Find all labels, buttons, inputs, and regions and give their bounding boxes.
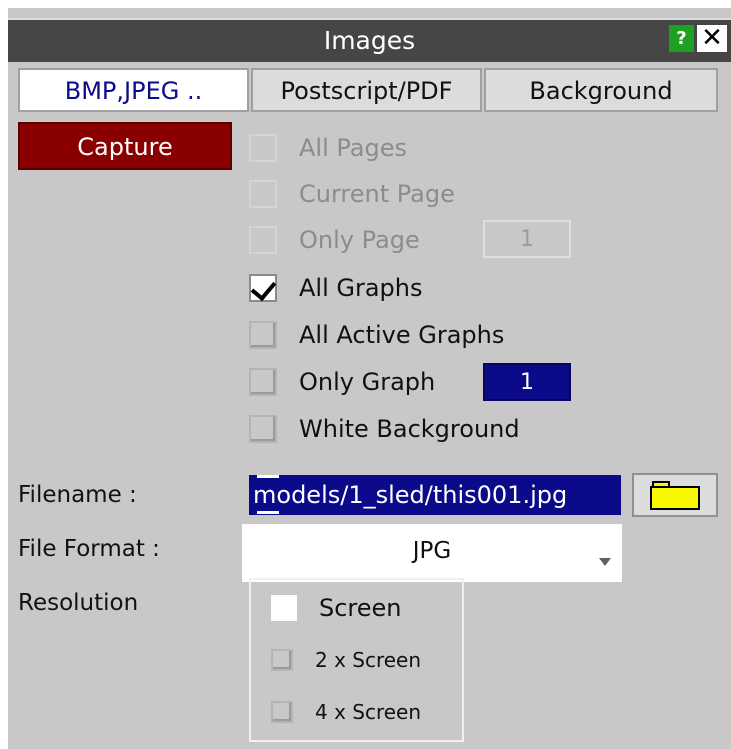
folder-icon-body <box>650 486 700 510</box>
two-x-screen-checkbox[interactable] <box>271 649 293 671</box>
resolution-group: Screen 2 x Screen 4 x Screen <box>249 578 464 742</box>
capture-button[interactable]: Capture <box>18 122 232 170</box>
images-panel: Images ? ✕ BMP,JPEG .. Postscript/PDF Ba… <box>8 8 731 749</box>
screen-checkbox[interactable] <box>271 595 297 621</box>
four-x-screen-checkbox[interactable] <box>271 701 293 723</box>
file-format-select[interactable]: JPG <box>242 524 622 582</box>
white-background-label: White Background <box>299 415 520 443</box>
option-white-background[interactable]: White Background <box>249 412 520 446</box>
all-active-graphs-label: All Active Graphs <box>299 321 505 349</box>
resolution-option-4x[interactable]: 4 x Screen <box>271 700 421 724</box>
file-format-value: JPG <box>412 538 452 564</box>
resolution-label: Resolution <box>18 590 139 616</box>
all-pages-label: All Pages <box>299 134 407 162</box>
filename-label: Filename : <box>18 482 137 508</box>
only-page-number-input[interactable]: 1 <box>483 220 571 258</box>
tab-background[interactable]: Background <box>484 68 718 112</box>
resolution-option-screen[interactable]: Screen <box>271 594 402 622</box>
file-format-label: File Format : <box>18 536 160 562</box>
four-x-screen-label: 4 x Screen <box>315 700 422 724</box>
option-only-page[interactable]: Only Page <box>249 223 420 257</box>
text-caret-top <box>257 475 279 478</box>
only-page-checkbox[interactable] <box>249 226 277 254</box>
all-active-graphs-checkbox[interactable] <box>249 321 277 349</box>
two-x-screen-label: 2 x Screen <box>315 648 422 672</box>
dropdown-arrow-icon <box>599 558 611 566</box>
option-only-graph[interactable]: Only Graph <box>249 365 435 399</box>
all-graphs-label: All Graphs <box>299 274 423 302</box>
screen-label: Screen <box>319 594 402 622</box>
tab-postscript-pdf[interactable]: Postscript/PDF <box>251 68 482 112</box>
option-all-graphs[interactable]: All Graphs <box>249 271 423 305</box>
option-current-page[interactable]: Current Page <box>249 177 455 211</box>
only-graph-checkbox[interactable] <box>249 368 277 396</box>
current-page-checkbox[interactable] <box>249 180 277 208</box>
all-graphs-checkbox[interactable] <box>249 274 277 302</box>
title-bar: Images ? ✕ <box>8 18 731 62</box>
close-button[interactable]: ✕ <box>697 25 727 52</box>
filename-input[interactable]: models/1_sled/this001.jpg <box>249 475 621 515</box>
option-all-pages[interactable]: All Pages <box>249 131 407 165</box>
only-graph-label: Only Graph <box>299 368 436 396</box>
all-pages-checkbox[interactable] <box>249 134 277 162</box>
tab-bmp-jpeg[interactable]: BMP,JPEG .. <box>18 68 249 112</box>
current-page-label: Current Page <box>299 180 455 208</box>
help-button[interactable]: ? <box>669 25 694 52</box>
option-all-active-graphs[interactable]: All Active Graphs <box>249 318 504 352</box>
resolution-option-2x[interactable]: 2 x Screen <box>271 648 421 672</box>
white-background-checkbox[interactable] <box>249 415 277 443</box>
only-graph-number-input[interactable]: 1 <box>483 363 571 401</box>
browse-folder-button[interactable] <box>632 473 718 517</box>
window-title: Images <box>323 26 416 55</box>
text-caret-bottom <box>257 511 279 514</box>
only-page-label: Only Page <box>299 226 420 254</box>
